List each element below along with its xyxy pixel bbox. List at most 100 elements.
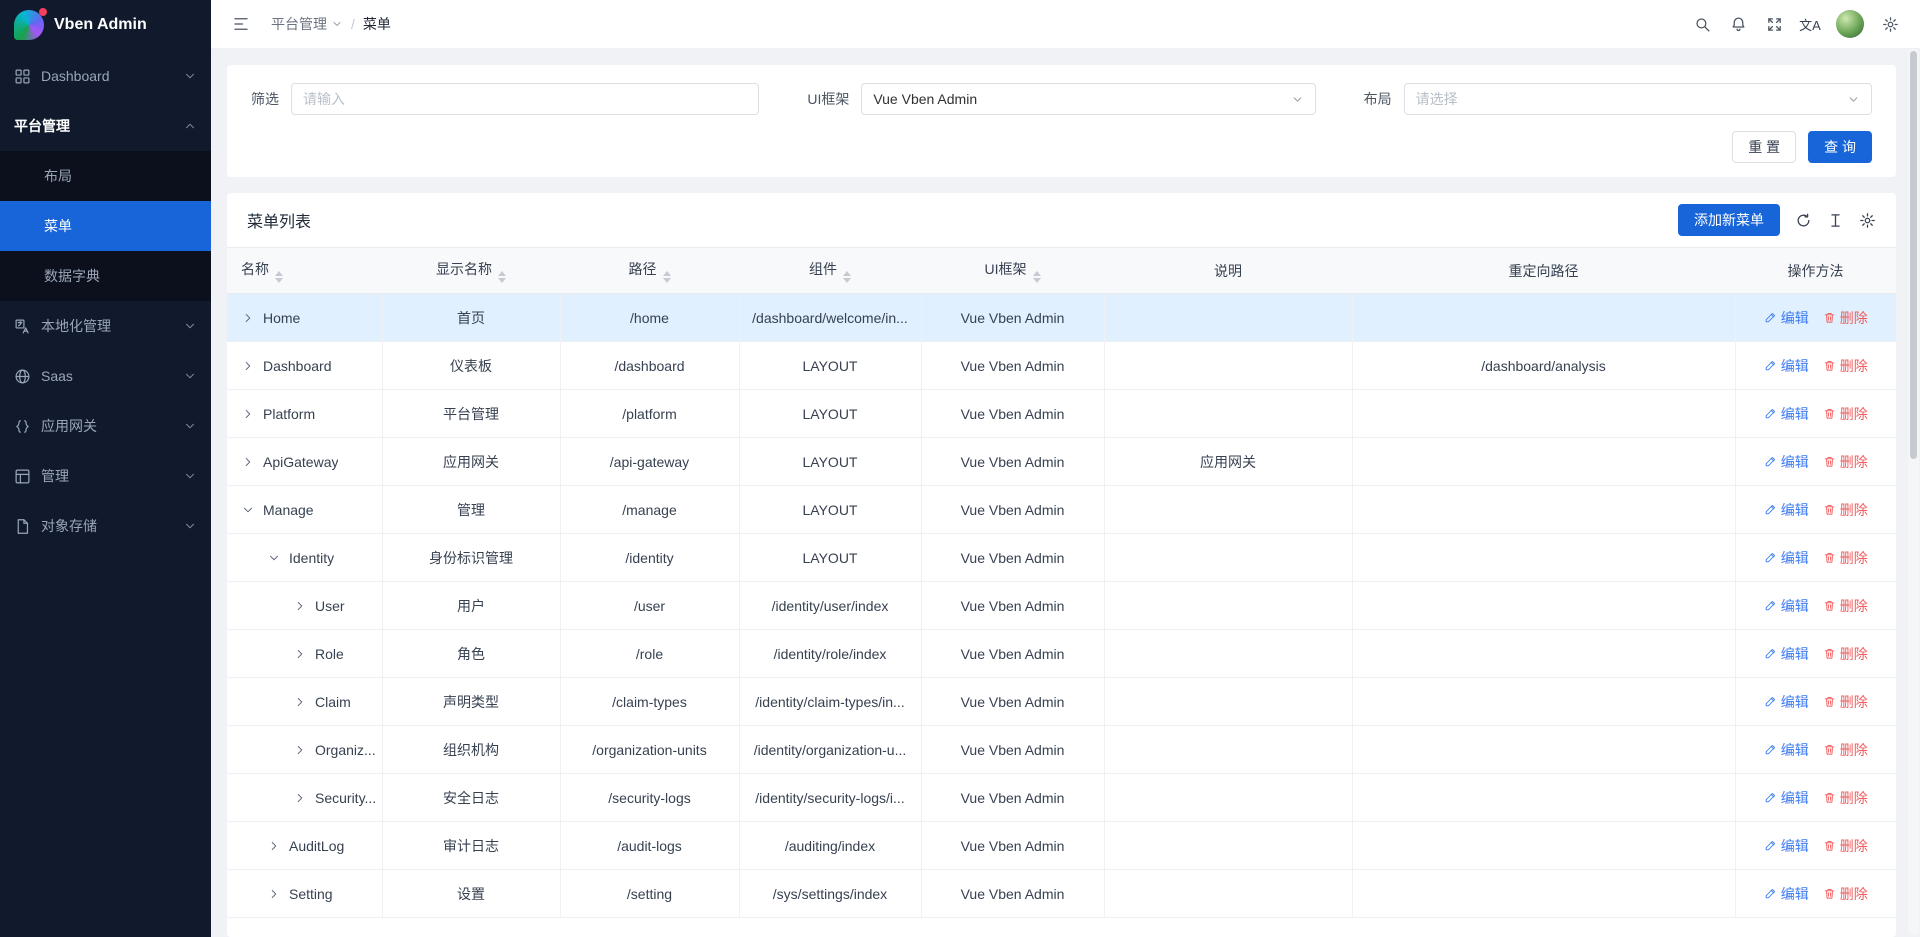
delete-button[interactable]: 删除 <box>1823 308 1868 328</box>
row-expand-toggle[interactable] <box>293 599 307 613</box>
sidebar-item-localization[interactable]: 本地化管理 <box>0 301 211 351</box>
fullscreen-button[interactable] <box>1758 8 1790 40</box>
edit-button[interactable]: 编辑 <box>1764 308 1809 328</box>
edit-button[interactable]: 编辑 <box>1764 596 1809 616</box>
row-expand-toggle[interactable] <box>293 743 307 757</box>
vertical-scrollbar-thumb[interactable] <box>1910 51 1917 459</box>
sidebar-collapse-button[interactable] <box>225 8 257 40</box>
table-row[interactable]: AuditLog审计日志/audit-logs/auditing/indexVu… <box>227 822 1896 870</box>
row-expand-toggle[interactable] <box>293 695 307 709</box>
table-row[interactable]: Platform平台管理/platformLAYOUTVue Vben Admi… <box>227 390 1896 438</box>
delete-button[interactable]: 删除 <box>1823 884 1868 904</box>
table-row[interactable]: Security...安全日志/security-logs/identity/s… <box>227 774 1896 822</box>
row-expand-toggle[interactable] <box>267 887 281 901</box>
cell-component: /identity/user/index <box>739 582 921 630</box>
sidebar-item-gateway[interactable]: 应用网关 <box>0 401 211 451</box>
keyword-input[interactable] <box>291 83 759 115</box>
delete-button[interactable]: 删除 <box>1823 788 1868 808</box>
delete-button[interactable]: 删除 <box>1823 404 1868 424</box>
cell-display-name: 平台管理 <box>382 390 560 438</box>
column-header-ui-framework[interactable]: UI框架 <box>921 248 1104 294</box>
sort-icon[interactable] <box>275 271 283 283</box>
sidebar-item-storage[interactable]: 对象存储 <box>0 501 211 551</box>
delete-button[interactable]: 删除 <box>1823 740 1868 760</box>
column-header-component[interactable]: 组件 <box>739 248 921 294</box>
add-menu-button[interactable]: 添加新菜单 <box>1678 204 1780 236</box>
edit-button[interactable]: 编辑 <box>1764 404 1809 424</box>
table-row[interactable]: Organiz...组织机构/organization-units/identi… <box>227 726 1896 774</box>
delete-button[interactable]: 删除 <box>1823 644 1868 664</box>
sidebar-subitem-dictionary[interactable]: 数据字典 <box>0 251 211 301</box>
column-header-path[interactable]: 路径 <box>560 248 739 294</box>
row-expand-toggle[interactable] <box>241 311 255 325</box>
sidebar-item-saas[interactable]: Saas <box>0 351 211 401</box>
layout-select[interactable]: 请选择 <box>1404 83 1872 115</box>
column-header-display-name[interactable]: 显示名称 <box>382 248 560 294</box>
breadcrumb-item-platform[interactable]: 平台管理 <box>271 14 343 34</box>
column-header-name[interactable]: 名称 <box>227 248 382 294</box>
refresh-button[interactable] <box>1795 212 1812 229</box>
delete-button[interactable]: 删除 <box>1823 500 1868 520</box>
query-button[interactable]: 查 询 <box>1808 131 1872 163</box>
table-row[interactable]: Dashboard仪表板/dashboardLAYOUTVue Vben Adm… <box>227 342 1896 390</box>
table-row[interactable]: ApiGateway应用网关/api-gatewayLAYOUTVue Vben… <box>227 438 1896 486</box>
cell-display-name: 身份标识管理 <box>382 534 560 582</box>
sidebar-item-platform[interactable]: 平台管理 <box>0 101 211 151</box>
table-row[interactable]: Manage管理/manageLAYOUTVue Vben Admin编辑删除 <box>227 486 1896 534</box>
row-expand-toggle[interactable] <box>267 551 281 565</box>
sort-icon[interactable] <box>663 271 671 283</box>
table-row[interactable]: Claim声明类型/claim-types/identity/claim-typ… <box>227 678 1896 726</box>
edit-button[interactable]: 编辑 <box>1764 452 1809 472</box>
sidebar-item-manage[interactable]: 管理 <box>0 451 211 501</box>
sort-icon[interactable] <box>843 271 851 283</box>
delete-button[interactable]: 删除 <box>1823 836 1868 856</box>
search-button[interactable] <box>1686 8 1718 40</box>
table-row[interactable]: Setting设置/setting/sys/settings/indexVue … <box>227 870 1896 918</box>
delete-button[interactable]: 删除 <box>1823 548 1868 568</box>
edit-button[interactable]: 编辑 <box>1764 740 1809 760</box>
edit-button[interactable]: 编辑 <box>1764 884 1809 904</box>
edit-button[interactable]: 编辑 <box>1764 500 1809 520</box>
edit-button[interactable]: 编辑 <box>1764 644 1809 664</box>
language-button[interactable]: 文A <box>1794 8 1826 40</box>
cell-ui-framework: Vue Vben Admin <box>921 582 1104 630</box>
table-row[interactable]: Home首页/home/dashboard/welcome/in...Vue V… <box>227 294 1896 342</box>
sidebar-subitem-layout[interactable]: 布局 <box>0 151 211 201</box>
ui-framework-select[interactable]: Vue Vben Admin <box>861 83 1315 115</box>
column-settings-button[interactable] <box>1859 212 1876 229</box>
edit-button[interactable]: 编辑 <box>1764 692 1809 712</box>
row-expand-toggle[interactable] <box>241 407 255 421</box>
edit-button[interactable]: 编辑 <box>1764 548 1809 568</box>
row-expand-toggle[interactable] <box>241 455 255 469</box>
cell-display-name: 角色 <box>382 630 560 678</box>
edit-button[interactable]: 编辑 <box>1764 836 1809 856</box>
table-row[interactable]: User用户/user/identity/user/indexVue Vben … <box>227 582 1896 630</box>
edit-button[interactable]: 编辑 <box>1764 788 1809 808</box>
settings-button[interactable] <box>1874 8 1906 40</box>
row-expand-toggle[interactable] <box>267 839 281 853</box>
reset-button[interactable]: 重 置 <box>1732 131 1796 163</box>
sort-icon[interactable] <box>498 271 506 283</box>
row-expand-toggle[interactable] <box>293 791 307 805</box>
row-height-button[interactable] <box>1827 212 1844 229</box>
row-expand-toggle[interactable] <box>241 503 255 517</box>
table-row[interactable]: Role角色/role/identity/role/indexVue Vben … <box>227 630 1896 678</box>
delete-button[interactable]: 删除 <box>1823 596 1868 616</box>
row-expand-toggle[interactable] <box>293 647 307 661</box>
cell-name: Setting <box>227 870 382 918</box>
notifications-button[interactable] <box>1722 8 1754 40</box>
table-row[interactable]: Identity身份标识管理/identityLAYOUTVue Vben Ad… <box>227 534 1896 582</box>
edit-button[interactable]: 编辑 <box>1764 356 1809 376</box>
delete-button[interactable]: 删除 <box>1823 356 1868 376</box>
row-expand-toggle[interactable] <box>241 359 255 373</box>
sidebar-subitem-menu[interactable]: 菜单 <box>0 201 211 251</box>
logo[interactable]: Vben Admin <box>0 0 211 49</box>
table-toolbar: 菜单列表 添加新菜单 <box>227 193 1896 247</box>
sort-icon[interactable] <box>1033 271 1041 283</box>
refresh-icon <box>1795 212 1812 229</box>
delete-button[interactable]: 删除 <box>1823 692 1868 712</box>
vertical-scrollbar[interactable] <box>1908 49 1919 935</box>
sidebar-item-dashboard[interactable]: Dashboard <box>0 51 211 101</box>
avatar[interactable] <box>1836 10 1864 38</box>
delete-button[interactable]: 删除 <box>1823 452 1868 472</box>
